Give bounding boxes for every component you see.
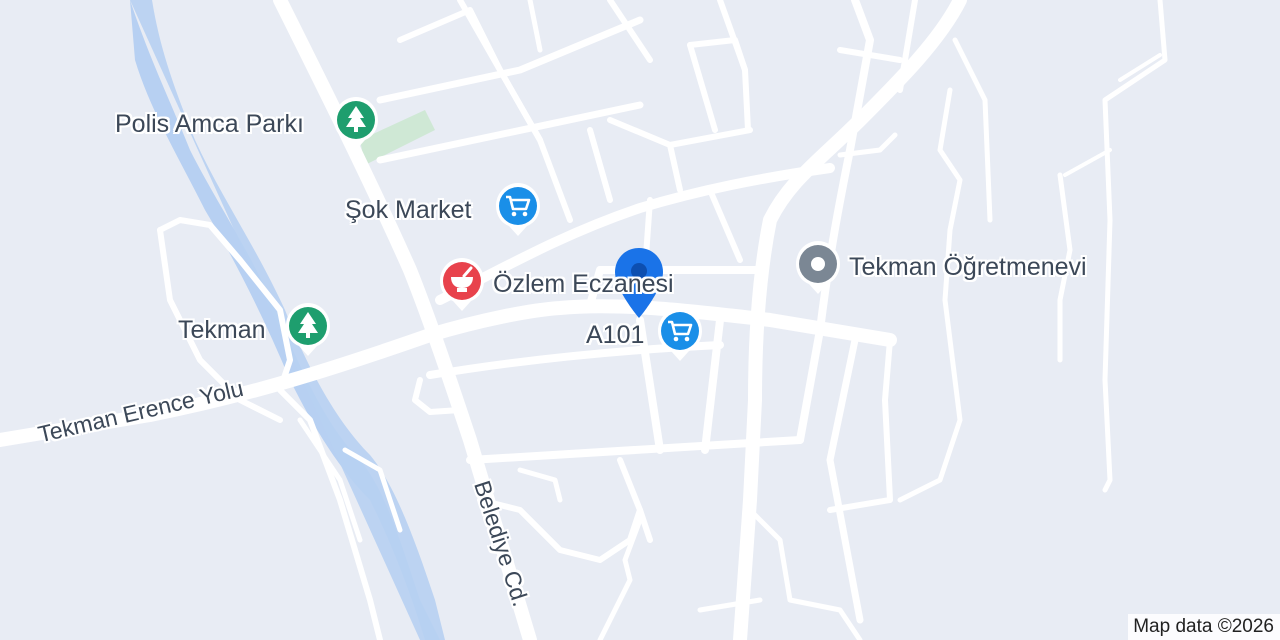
circle-dot-icon[interactable] (795, 240, 841, 296)
poi-label-tekman[interactable]: Tekman (178, 318, 266, 343)
shopping-cart-icon[interactable] (657, 307, 703, 363)
tree-icon[interactable] (285, 302, 331, 358)
map-canvas[interactable]: Polis Amca Parkı Şok Market Özlem Eczane… (0, 0, 1280, 640)
map-attribution: Map data ©2026 (1128, 614, 1280, 640)
shopping-cart-icon[interactable] (495, 182, 541, 238)
tree-icon[interactable] (333, 96, 379, 152)
poi-label-a101[interactable]: A101 (586, 323, 644, 348)
poi-label-polis-amca-parki[interactable]: Polis Amca Parkı (115, 112, 304, 137)
mortar-pestle-icon[interactable] (439, 257, 485, 313)
poi-label-tekman-ogretmenevi[interactable]: Tekman Öğretmenevi (849, 255, 1087, 280)
poi-label-ozlem-eczanesi[interactable]: Özlem Eczanesi (493, 272, 674, 297)
poi-label-sok-market[interactable]: Şok Market (345, 198, 471, 223)
